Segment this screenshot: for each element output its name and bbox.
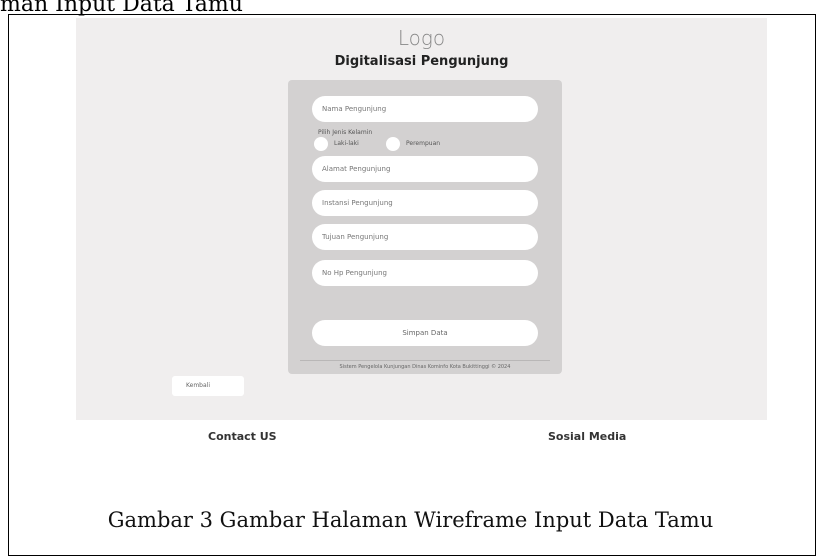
gender-female-label: Perempuan bbox=[406, 140, 441, 147]
gender-male-radio[interactable] bbox=[314, 137, 328, 151]
name-field[interactable] bbox=[312, 96, 538, 122]
institution-field[interactable] bbox=[312, 190, 538, 216]
phone-field[interactable] bbox=[312, 260, 538, 286]
gender-label: Pilih Jenis Kelamin bbox=[318, 129, 373, 136]
gender-female-radio[interactable] bbox=[386, 137, 400, 151]
guest-form-card: Pilih Jenis Kelamin Laki-laki Perempuan … bbox=[288, 80, 562, 374]
app-title: Digitalisasi Pengunjung bbox=[334, 54, 509, 69]
card-divider bbox=[300, 360, 550, 361]
address-field[interactable] bbox=[312, 156, 538, 182]
purpose-field[interactable] bbox=[312, 224, 538, 250]
social-media-link[interactable]: Sosial Media bbox=[548, 430, 626, 443]
contact-us-link[interactable]: Contact US bbox=[208, 430, 277, 443]
gender-radio-group: Laki-laki Perempuan bbox=[314, 137, 544, 151]
figure-caption: Gambar 3 Gambar Halaman Wireframe Input … bbox=[107, 508, 714, 532]
wireframe-canvas: Logo Digitalisasi Pengunjung Pilih Jenis… bbox=[76, 18, 767, 420]
form-footer-note: Sistem Pengelola Kunjungan Dinas Kominfo… bbox=[339, 364, 511, 370]
logo: Logo bbox=[397, 26, 446, 50]
save-button[interactable]: Simpan Data bbox=[312, 320, 538, 346]
gender-male-label: Laki-laki bbox=[334, 140, 359, 147]
back-button[interactable]: Kembali bbox=[172, 376, 244, 396]
